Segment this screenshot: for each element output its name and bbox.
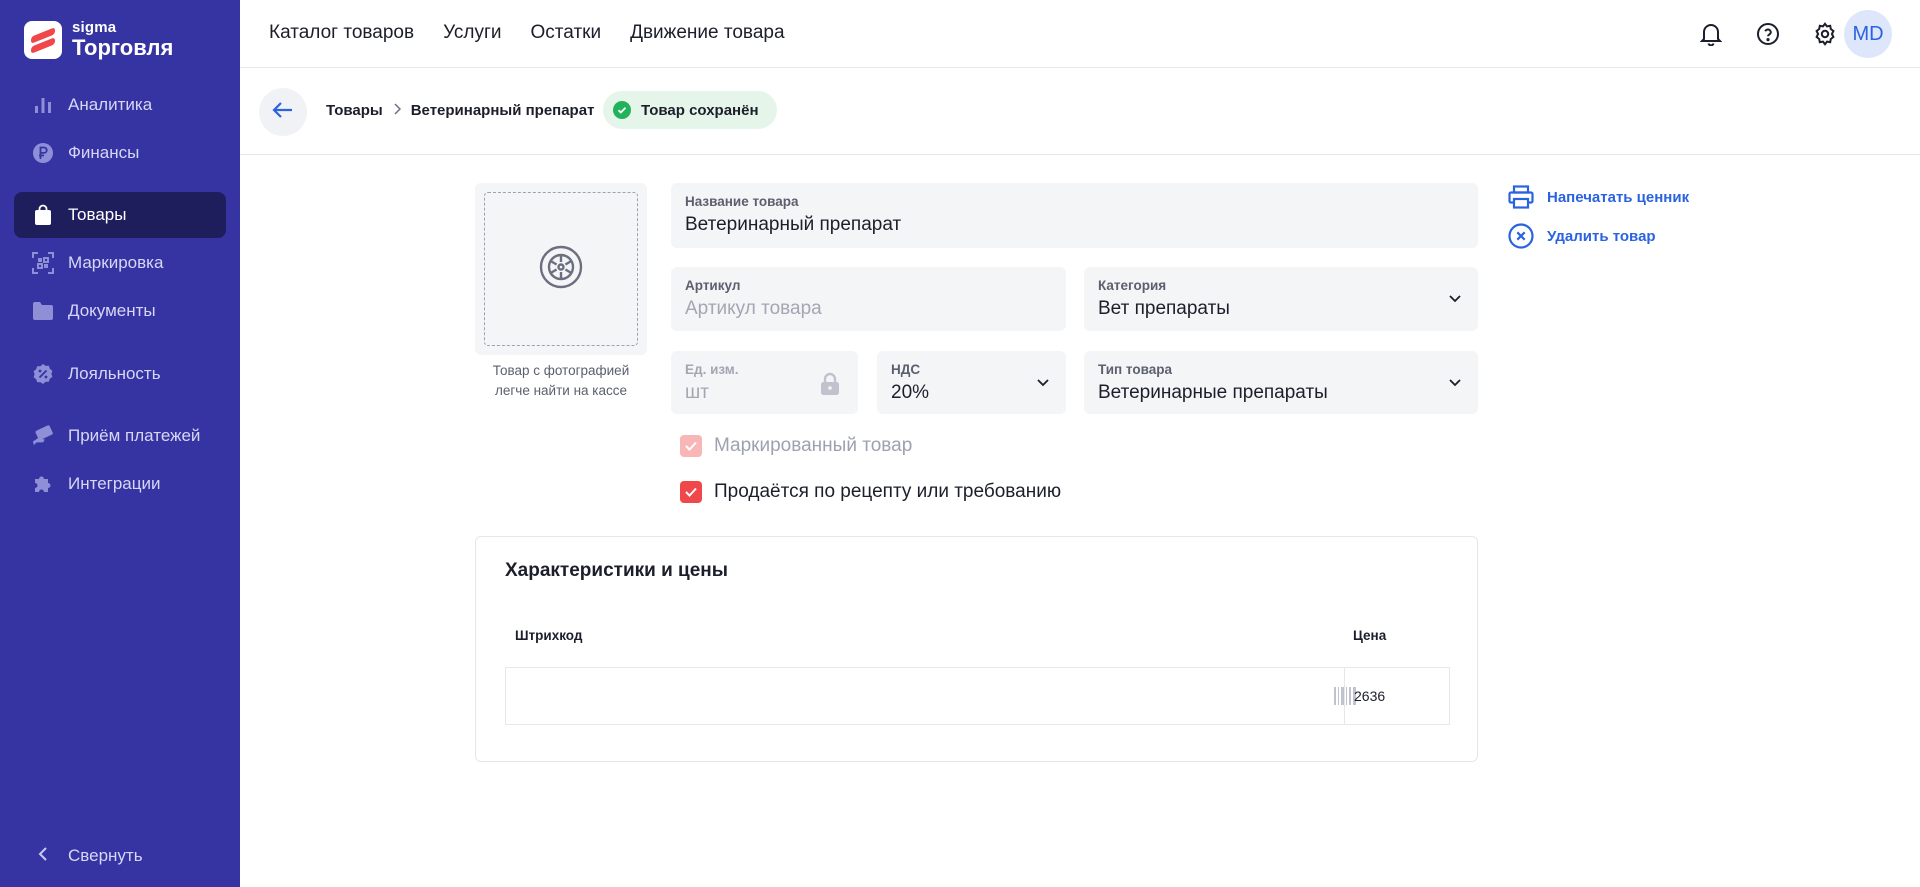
scan-code-icon <box>32 252 54 274</box>
sidebar-item-documents[interactable]: Документы <box>14 288 226 334</box>
field-label: Ед. изм. <box>685 362 739 377</box>
product-name-field[interactable]: Название товара Ветеринарный препарат <box>671 183 1478 248</box>
camera-aperture-icon <box>538 244 584 295</box>
sidebar-item-label: Аналитика <box>68 95 153 114</box>
price-input[interactable]: 2636 <box>1344 667 1450 725</box>
breadcrumb-products[interactable]: Товары <box>326 102 383 119</box>
logo-brand: sigma <box>72 19 117 36</box>
help-icon[interactable] <box>1752 18 1784 50</box>
product-type-select[interactable]: Тип товара Ветеринарные препараты <box>1084 351 1478 414</box>
chevron-right-icon <box>393 102 401 119</box>
checkbox-label: Продаётся по рецепту или требованию <box>714 481 1062 502</box>
app-logo[interactable]: sigma Торговля <box>24 20 173 59</box>
sidebar-item-payments[interactable]: Приём платежей <box>14 413 226 459</box>
payment-card-icon <box>32 425 54 447</box>
lock-icon <box>820 372 840 401</box>
check-circle-icon <box>613 101 631 119</box>
bell-icon[interactable] <box>1695 18 1727 50</box>
chevron-down-icon <box>1036 375 1050 393</box>
product-type-value: Ветеринарные препараты <box>1098 382 1328 403</box>
close-circle-icon <box>1507 222 1535 250</box>
sidebar-item-marking[interactable]: Маркировка <box>14 240 226 286</box>
characteristics-card: Характеристики и цены Штрихкод Цена 2636 <box>475 536 1478 762</box>
printer-icon <box>1507 183 1535 211</box>
print-price-tag-label: Напечатать ценник <box>1547 188 1690 206</box>
back-button[interactable] <box>259 88 307 136</box>
top-bar: Каталог товаров Услуги Остатки Движение … <box>240 0 1920 68</box>
category-select[interactable]: Категория Вет препараты <box>1084 267 1478 331</box>
checkbox-checked-icon <box>680 435 702 457</box>
user-avatar[interactable]: MD <box>1844 10 1892 58</box>
folder-icon <box>32 300 54 322</box>
unit-field: Ед. изм. шт <box>671 351 858 414</box>
shopping-bag-icon <box>32 204 54 226</box>
breadcrumb: Товары Ветеринарный препарат <box>326 102 594 119</box>
field-label: Тип товара <box>1098 362 1172 377</box>
checkbox-checked-icon[interactable] <box>680 481 702 503</box>
discount-badge-icon <box>32 363 54 385</box>
checkbox-label: Маркированный товар <box>714 435 913 456</box>
topnav-services[interactable]: Услуги <box>443 22 501 44</box>
bar-chart-icon <box>32 94 54 116</box>
breadcrumb-current: Ветеринарный препарат <box>410 102 595 119</box>
sidebar: sigma Торговля Аналитика Финансы Товары … <box>0 0 240 887</box>
sidebar-item-label: Маркировка <box>68 253 164 272</box>
puzzle-icon <box>32 473 54 495</box>
arrow-left-icon <box>272 101 294 124</box>
topnav-movement[interactable]: Движение товара <box>630 22 784 44</box>
delete-product-label: Удалить товар <box>1547 227 1656 245</box>
field-label: НДС <box>891 362 921 377</box>
gear-icon[interactable] <box>1809 18 1841 50</box>
logo-product: Торговля <box>72 35 174 60</box>
vat-value: 20% <box>891 382 930 403</box>
unit-value: шт <box>685 382 709 403</box>
sidebar-item-integrations[interactable]: Интеграции <box>14 461 226 507</box>
sidebar-item-label: Финансы <box>68 143 140 162</box>
topnav-catalog[interactable]: Каталог товаров <box>269 22 414 44</box>
sidebar-item-label: Товары <box>68 205 127 224</box>
barcode-input[interactable] <box>505 667 1372 725</box>
marked-product-checkbox: Маркированный товар <box>680 435 912 457</box>
sidebar-item-label: Интеграции <box>68 474 161 493</box>
chevron-down-icon <box>1448 291 1462 309</box>
column-header-barcode: Штрихкод <box>515 628 583 643</box>
field-label: Название товара <box>685 194 799 209</box>
collapse-sidebar-button[interactable]: Свернуть <box>14 833 226 879</box>
vat-select[interactable]: НДС 20% <box>877 351 1066 414</box>
category-value: Вет препараты <box>1098 298 1230 319</box>
saved-status-text: Товар сохранён <box>641 101 759 119</box>
top-navigation: Каталог товаров Услуги Остатки Движение … <box>269 22 814 44</box>
print-price-tag-button[interactable]: Напечатать ценник <box>1507 183 1689 211</box>
chevron-down-icon <box>1448 375 1462 393</box>
saved-status-badge: Товар сохранён <box>603 91 777 129</box>
field-label: Артикул <box>685 278 741 293</box>
delete-product-button[interactable]: Удалить товар <box>1507 222 1656 250</box>
article-placeholder: Артикул товара <box>685 298 822 319</box>
sidebar-item-label: Приём платежей <box>68 426 201 445</box>
sigma-logo-icon <box>24 20 62 59</box>
sidebar-item-finance[interactable]: Финансы <box>14 130 226 176</box>
prescription-checkbox[interactable]: Продаётся по рецепту или требованию <box>680 481 1061 503</box>
article-field[interactable]: Артикул Артикул товара <box>671 267 1066 331</box>
topnav-stock[interactable]: Остатки <box>531 22 602 44</box>
product-photo-upload[interactable] <box>475 183 647 355</box>
collapse-label: Свернуть <box>68 846 143 865</box>
characteristics-title: Характеристики и цены <box>505 560 729 581</box>
sidebar-item-label: Лояльность <box>68 364 161 383</box>
sidebar-item-products[interactable]: Товары <box>14 192 226 238</box>
column-header-price: Цена <box>1353 628 1387 643</box>
ruble-icon <box>32 142 54 164</box>
breadcrumb-bar: Товары Ветеринарный препарат Товар сохра… <box>240 69 1920 155</box>
photo-hint: Товар с фотографией легче найти на кассе <box>492 363 630 398</box>
sidebar-item-loyalty[interactable]: Лояльность <box>14 351 226 397</box>
product-name-value: Ветеринарный препарат <box>685 214 902 235</box>
field-label: Категория <box>1098 278 1167 293</box>
chevron-left-icon <box>32 845 54 868</box>
sidebar-item-label: Документы <box>68 301 156 320</box>
sidebar-item-analytics[interactable]: Аналитика <box>14 82 226 128</box>
